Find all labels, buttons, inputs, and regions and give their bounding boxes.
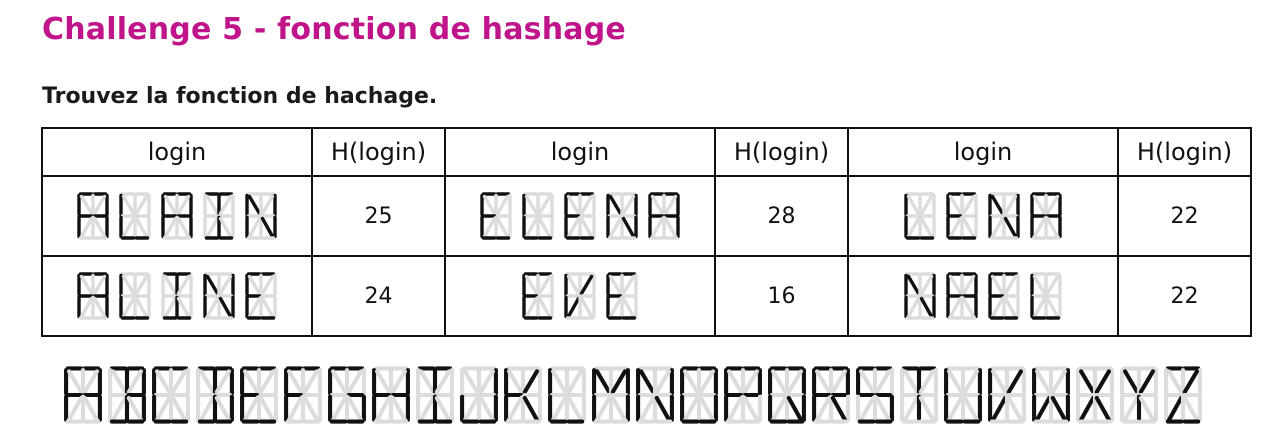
segment-digit [606,192,638,240]
segment-digit [944,366,982,424]
segment-digit [900,366,938,424]
segment-display [903,192,1063,240]
segment-digit [1120,366,1158,424]
segment-digit [856,366,894,424]
hash-cell: 28 [714,175,849,257]
segment-digit [522,272,554,320]
segment-digit [119,192,151,240]
segment-digit [372,366,410,424]
segment-digit [812,366,850,424]
table-row: 24 16 22 [41,255,1252,337]
segment-digit [196,366,234,424]
segment-digit [988,192,1020,240]
segment-digit [904,192,936,240]
segment-digit [161,192,193,240]
segment-digit [1030,272,1062,320]
segment-digit [152,366,190,424]
segment-digit [1032,366,1070,424]
segment-digit [522,192,554,240]
segment-digit [460,366,498,424]
login-cell [847,175,1119,257]
column-header-login: login [41,127,313,177]
segment-digit [548,366,586,424]
segment-digit [946,192,978,240]
segment-digit [504,366,542,424]
segment-digit [245,192,277,240]
segment-digit [768,366,806,424]
login-cell [847,255,1119,337]
segment-digit [161,272,193,320]
login-cell [41,175,313,257]
segment-digit [119,272,151,320]
segment-digit [77,192,109,240]
page-title: Challenge 5 - fonction de hashage [42,12,626,47]
table-header-row: login H(login) login H(login) login H(lo… [41,127,1252,177]
segment-digit [245,272,277,320]
hash-cell: 25 [311,175,446,257]
segment-digit [416,366,454,424]
segment-digit [724,366,762,424]
segment-digit [1164,366,1202,424]
login-cell [444,175,716,257]
segment-digit [904,272,936,320]
segment-digit [988,366,1026,424]
segment-digit [480,192,512,240]
column-header-login: login [444,127,716,177]
hash-cell: 16 [714,255,849,337]
segment-digit [328,366,366,424]
segment-digit [680,366,718,424]
hash-table: login H(login) login H(login) login H(lo… [41,127,1252,337]
column-header-hash: H(login) [714,127,849,177]
segment-digit [636,366,674,424]
segment-display [76,272,278,320]
hash-cell: 24 [311,255,446,337]
segment-digit [284,366,322,424]
login-cell [41,255,313,337]
segment-display [479,192,681,240]
table-row: 25 28 22 [41,175,1252,257]
segment-digit [203,272,235,320]
alphabet-display [62,366,1204,424]
segment-digit [203,192,235,240]
segment-digit [606,272,638,320]
segment-display [76,192,278,240]
column-header-login: login [847,127,1119,177]
segment-digit [648,192,680,240]
hash-cell: 22 [1117,255,1252,337]
segment-display [903,272,1063,320]
column-header-hash: H(login) [1117,127,1252,177]
segment-digit [108,366,146,424]
segment-digit [64,366,102,424]
segment-digit [564,192,596,240]
segment-digit [988,272,1020,320]
segment-digit [946,272,978,320]
instruction-text: Trouvez la fonction de hachage. [42,84,438,109]
hash-cell: 22 [1117,175,1252,257]
segment-digit [77,272,109,320]
segment-digit [564,272,596,320]
segment-display [521,272,639,320]
segment-digit [592,366,630,424]
column-header-hash: H(login) [311,127,446,177]
login-cell [444,255,716,337]
segment-digit [240,366,278,424]
segment-digit [1076,366,1114,424]
segment-digit [1030,192,1062,240]
